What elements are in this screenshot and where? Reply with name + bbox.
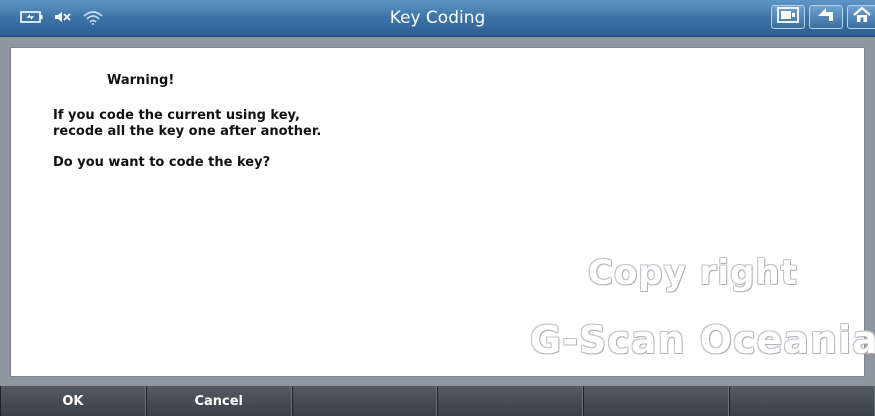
watermark-copyright: Copy right — [588, 253, 798, 293]
watermark-company: G-Scan Oceania — [530, 318, 875, 362]
function-key-4[interactable] — [437, 386, 584, 416]
home-button[interactable] — [847, 5, 875, 29]
back-button[interactable] — [809, 5, 843, 29]
window-title: Key Coding — [389, 8, 486, 28]
message-question: Do you want to code the key? — [53, 155, 271, 170]
screen-capture-button[interactable] — [771, 5, 805, 29]
back-arrow-icon — [816, 7, 836, 27]
message-line-1: If you code the current using key, — [53, 108, 300, 123]
function-key-6[interactable] — [729, 386, 875, 416]
home-icon — [852, 6, 871, 27]
screen-capture-icon — [777, 7, 799, 27]
title-bar: Key Coding — [0, 0, 875, 37]
cancel-button[interactable]: Cancel — [145, 386, 292, 416]
ok-button[interactable]: OK — [0, 386, 146, 416]
top-buttons — [771, 5, 875, 31]
message-line-2: recode all the key one after another. — [53, 124, 322, 139]
function-key-5[interactable] — [583, 386, 730, 416]
warning-heading: Warning! — [107, 73, 175, 88]
function-key-3[interactable] — [291, 386, 438, 416]
function-key-bar: OK Cancel — [0, 386, 875, 416]
